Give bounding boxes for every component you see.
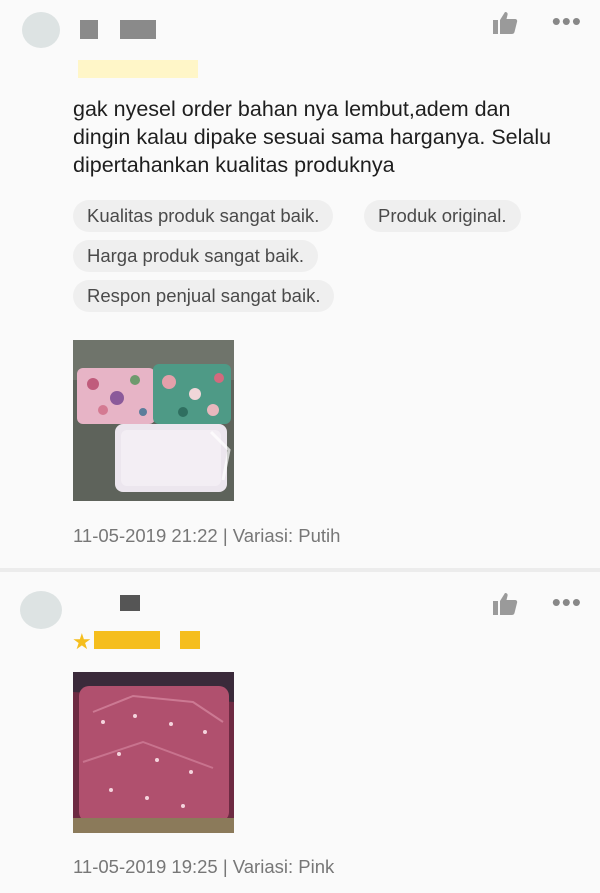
- review-tag: Kualitas produk sangat baik.: [73, 200, 334, 232]
- meta-separator: |: [222, 525, 228, 546]
- rating-redacted: [94, 631, 160, 649]
- review-date: 11-05-2019 21:22: [73, 525, 218, 546]
- star-icon: ★: [72, 629, 92, 654]
- username-redacted: [80, 20, 98, 39]
- review-meta: 11-05-2019 21:22 | Variasi: Putih: [73, 525, 340, 547]
- more-dots-icon[interactable]: •••: [552, 589, 582, 615]
- review-comment: gak nyesel order bahan nya lembut,adem d…: [73, 97, 552, 177]
- thumbs-up-icon[interactable]: [492, 11, 518, 35]
- review-card: ★ ••• 11-05-2019 19:25 | Variasi: Pink: [0, 572, 600, 893]
- review-tag: Respon penjual sangat baik.: [73, 280, 335, 312]
- review-variation: Variasi: Pink: [232, 856, 335, 877]
- more-dots-icon[interactable]: •••: [552, 8, 582, 34]
- review-card: ••• gak nyesel order bahan nya lembut,ad…: [0, 0, 600, 568]
- review-photo[interactable]: [73, 340, 234, 501]
- meta-separator: |: [222, 856, 228, 877]
- thumbs-up-icon[interactable]: [492, 592, 518, 616]
- review-variation: Variasi: Putih: [232, 525, 341, 546]
- rating-redacted: [180, 631, 200, 649]
- review-tag: Produk original.: [364, 200, 521, 232]
- rating-redacted: [78, 60, 198, 78]
- reviews-page: ••• gak nyesel order bahan nya lembut,ad…: [0, 0, 600, 893]
- avatar[interactable]: [22, 12, 60, 48]
- review-date: 11-05-2019 19:25: [73, 856, 218, 877]
- review-photo[interactable]: [73, 672, 234, 833]
- username-redacted: [120, 595, 140, 611]
- review-tag: Harga produk sangat baik.: [73, 240, 318, 272]
- username-redacted: [120, 20, 156, 39]
- avatar[interactable]: [20, 591, 62, 629]
- review-meta: 11-05-2019 19:25 | Variasi: Pink: [73, 856, 334, 878]
